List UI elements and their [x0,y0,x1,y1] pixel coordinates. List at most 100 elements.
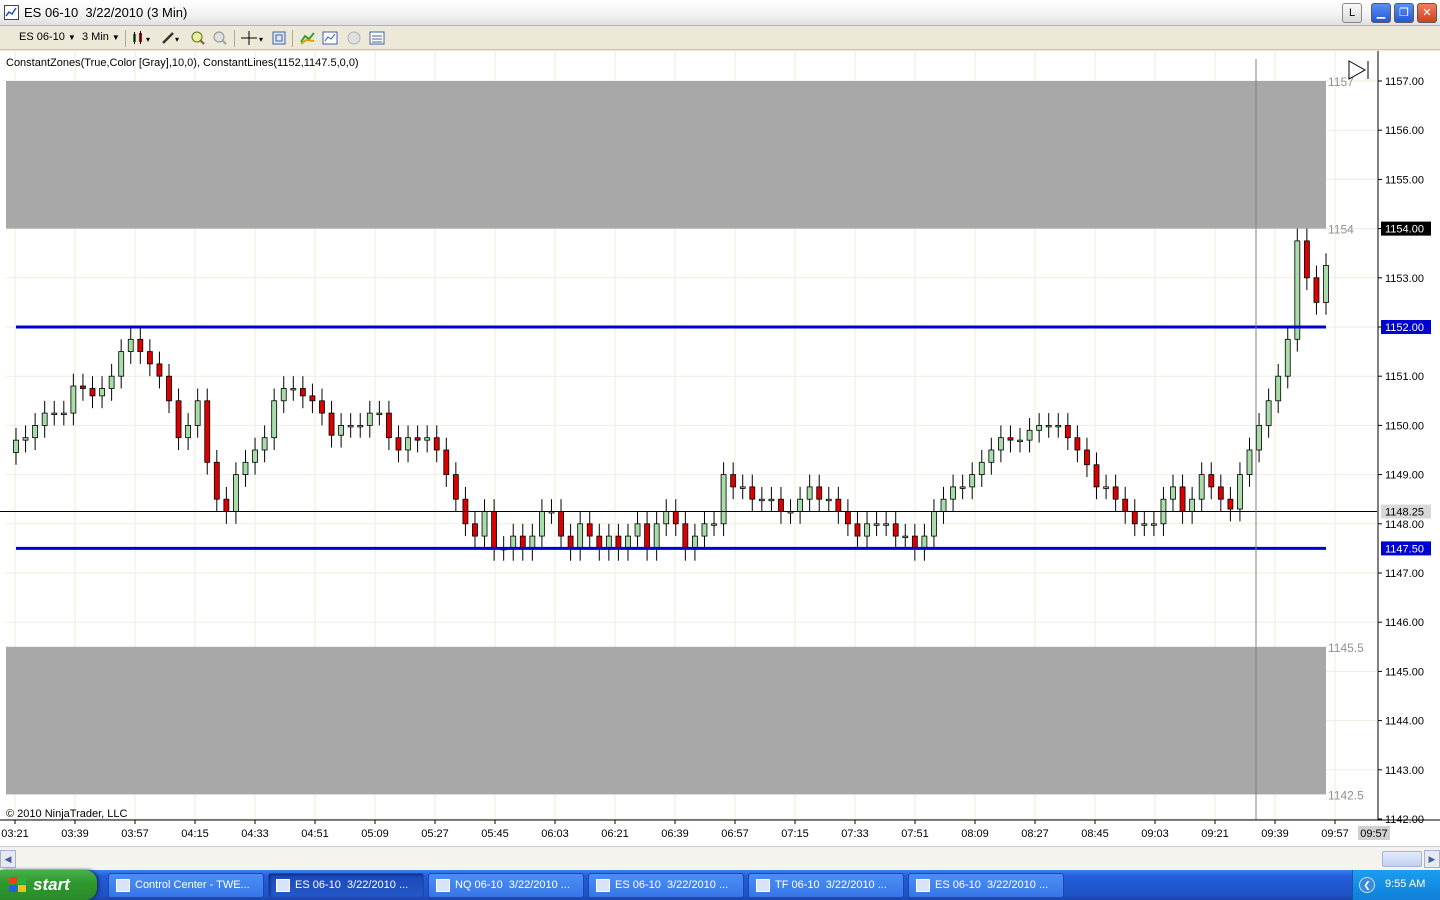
constant-zone [6,81,1326,229]
candle-down [682,523,689,549]
indicators-icon[interactable] [299,30,317,46]
candle-up [625,535,631,549]
start-button[interactable]: start [0,870,97,900]
last-price-label: 1154.00 [1385,224,1424,236]
candle-up [70,385,77,414]
candle-up [978,461,985,475]
properties-icon[interactable] [270,30,288,46]
zone-label: 1157 [1328,75,1354,89]
chevron-down-icon: ▼ [111,33,120,42]
candle-down [80,385,86,389]
candle-up [127,338,134,352]
candle-up [701,523,708,537]
candle-up [1265,400,1272,426]
time-tick-label: 04:51 [301,828,329,840]
candle-up [242,461,249,475]
candle-down [1122,498,1129,512]
data-box-icon[interactable] [368,30,386,46]
strategies-icon[interactable] [321,30,339,46]
scroll-thumb[interactable] [1382,851,1422,867]
zoom-in-icon[interactable] [189,30,207,46]
time-tick-label: 06:03 [541,828,569,840]
candle-up [940,498,947,512]
candle-down [1007,437,1014,441]
candle-up [605,535,612,549]
time-tick-label: 06:21 [601,828,629,840]
scroll-right-arrow-icon[interactable]: ▶ [1424,850,1440,868]
svg-text:▾: ▾ [146,35,150,44]
toolbar-separator [292,30,293,47]
interval-selector[interactable]: 3 Min ▼ [82,31,120,43]
show-hidden-icons-chevron-icon[interactable]: ❮ [1359,877,1375,893]
pencil-draw-icon[interactable]: ▾ [160,30,179,46]
candle-down [730,474,737,488]
taskbar-button-0[interactable]: Control Center - TWE... [108,873,264,898]
candle-up [22,437,29,441]
candle-up [663,511,670,525]
crosshair-icon[interactable]: ▾ [240,30,263,46]
candle-up [959,486,966,489]
close-button[interactable]: ✕ [1417,3,1437,23]
zoom-out-icon[interactable] [211,30,229,46]
candle-up [711,523,717,526]
price-tick-label: 1150.00 [1385,420,1424,432]
window-chart-icon [116,879,130,892]
candle-up [1294,240,1301,340]
toolbar-separator [234,30,235,47]
scroll-left-arrow-icon[interactable]: ◀ [0,850,16,868]
price-tick-label: 1156.00 [1385,125,1424,137]
candle-down [319,400,325,414]
candle-up [873,523,880,526]
chart-trader-icon[interactable] [345,30,363,46]
candle-up [1026,429,1033,441]
time-marker-label: 09:57 [1360,828,1388,840]
candle-up [1323,265,1329,303]
candle-up [1103,486,1109,489]
candle-up [194,400,201,426]
chart-canvas[interactable]: 1157 1154 1145.5 1142.5 1157.00 1156.00 1155.0… [0,51,1440,846]
candle-up [271,400,278,439]
taskbar-button-2[interactable]: NQ 06-10 3/22/2010 ... [428,873,584,898]
candle-up [902,535,909,539]
candle-up [969,474,976,488]
time-tick-label: 07:51 [901,828,929,840]
taskbar-button-3[interactable]: ES 06-10 3/22/2010 ... [588,873,744,898]
price-tick-label: 1144.00 [1385,716,1424,728]
windows-flag-icon [9,877,26,892]
window-chart-icon [916,879,930,892]
candle-down [1313,277,1320,303]
instrument-selector[interactable]: ES 06-10 ▼ [19,31,76,43]
taskbar-button-5[interactable]: ES 06-10 3/22/2010 ... [908,873,1064,898]
candle-up [797,498,803,512]
zone-label: 1145.5 [1328,641,1364,655]
candle-down [1112,486,1119,500]
link-button[interactable]: L [1342,3,1362,23]
candle-up [366,412,373,426]
system-tray: ❮ 9:55 AM [1352,870,1440,900]
price-chart[interactable]: 1157 1154 1145.5 1142.5 1157.00 1156.00 1155.0… [0,51,1440,846]
candlestick-style-icon[interactable]: ▾ [131,30,150,46]
candle-up [529,535,536,549]
candle-up [510,535,517,549]
candle-up [357,424,364,428]
maximize-button[interactable]: ❐ [1394,3,1414,23]
candle-up [1045,424,1052,428]
constant-zone [6,646,1326,795]
taskbar: start Control Center - TWE... ES 06-10 3/… [0,870,1440,900]
taskbar-button-1[interactable]: ES 06-10 3/22/2010 ... [268,873,424,898]
candle-down [472,523,478,537]
candle-down [156,363,163,377]
candle-up [634,523,641,537]
price-tick-label: 1153.00 [1385,273,1424,285]
candle-up [1246,449,1253,476]
minimize-button[interactable]: ▁ [1371,3,1391,23]
price-tick-label: 1147.00 [1385,568,1424,580]
candle-down [137,338,144,352]
taskbar-button-4[interactable]: TF 06-10 3/22/2010 ... [748,873,904,898]
candle-up [720,474,727,525]
candle-down [1227,498,1234,510]
candle-down [835,498,842,512]
horizontal-scrollbar[interactable]: ◀ ▶ [0,846,1440,870]
title-bar[interactable]: ES 06-10 3/22/2010 (3 Min) L ▁ ❐ ✕ [0,0,1440,26]
svg-text:▾: ▾ [175,35,179,44]
